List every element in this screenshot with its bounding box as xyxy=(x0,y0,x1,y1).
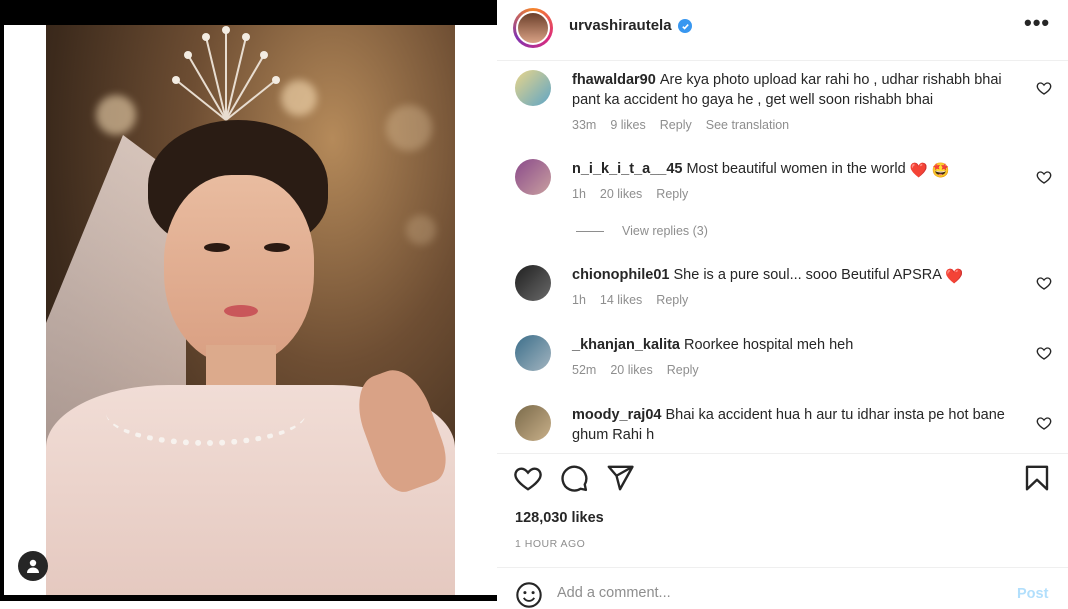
comment-likes[interactable]: 14 likes xyxy=(600,293,642,307)
save-bookmark-icon[interactable] xyxy=(1022,463,1052,493)
commenter-avatar[interactable] xyxy=(515,265,551,301)
crown-graphic xyxy=(172,26,280,121)
comment-body: Roorkee hospital meh heh xyxy=(684,337,854,353)
like-heart-icon[interactable] xyxy=(513,463,543,493)
post-header: urvashirautela ••• xyxy=(497,0,1068,61)
commenter-avatar[interactable] xyxy=(515,405,551,441)
comment-text-block: chionophile01 She is a pure soul... sooo … xyxy=(572,265,1020,287)
comment-time[interactable]: 33m xyxy=(572,118,596,132)
view-replies-label: View replies (3) xyxy=(622,224,708,238)
comment-likes[interactable]: 20 likes xyxy=(610,363,652,377)
share-send-icon[interactable] xyxy=(605,463,635,493)
reply-button[interactable]: Reply xyxy=(656,293,688,307)
comment-meta: 1h 20 likes Reply xyxy=(572,187,702,201)
likes-count[interactable]: 128,030 likes xyxy=(515,510,604,526)
comment-emoji: ❤️ 🤩 xyxy=(909,163,950,179)
tagged-user-icon[interactable] xyxy=(18,551,48,581)
emoji-smiley-icon[interactable] xyxy=(515,581,543,609)
comment-bubble-icon[interactable] xyxy=(559,463,589,493)
verified-badge-icon xyxy=(678,19,692,33)
commenter-avatar[interactable] xyxy=(515,70,551,106)
post-photo[interactable] xyxy=(46,25,455,595)
view-replies-line xyxy=(576,230,604,232)
actions-divider xyxy=(497,453,1068,454)
comment-text-block: _khanjan_kalita Roorkee hospital meh heh xyxy=(572,335,1020,355)
add-comment-input[interactable] xyxy=(557,585,977,601)
post-comment-button[interactable]: Post xyxy=(1017,586,1048,602)
comment-username[interactable]: _khanjan_kalita xyxy=(572,337,680,353)
like-comment-heart-icon[interactable] xyxy=(1036,415,1052,431)
post-details-panel: urvashirautela ••• fhawaldar90 Are kya ph… xyxy=(497,0,1068,608)
like-comment-heart-icon[interactable] xyxy=(1036,345,1052,361)
like-comment-heart-icon[interactable] xyxy=(1036,275,1052,291)
post-actions-bar xyxy=(497,463,1068,497)
comment-time[interactable]: 52m xyxy=(572,363,596,377)
comment-time[interactable]: 1h xyxy=(572,293,586,307)
reply-button[interactable]: Reply xyxy=(656,187,688,201)
comment-meta: 52m 20 likes Reply xyxy=(572,363,713,377)
post-media-pane xyxy=(0,0,497,601)
comment-time[interactable]: 1h xyxy=(572,187,586,201)
comment-text-block: fhawaldar90 Are kya photo upload kar rahi… xyxy=(572,70,1020,110)
comment-meta: 1h 14 likes Reply xyxy=(572,293,702,307)
comment-text-block: n_i_k_i_t_a__45 Most beautiful women in t… xyxy=(572,159,1020,181)
comment-emoji: ❤️ xyxy=(945,269,964,285)
comment-likes[interactable]: 9 likes xyxy=(610,118,645,132)
comment-likes[interactable]: 20 likes xyxy=(600,187,642,201)
profile-username[interactable]: urvashirautela xyxy=(569,17,672,34)
commenter-avatar[interactable] xyxy=(515,159,551,195)
more-options-icon[interactable]: ••• xyxy=(1024,10,1050,36)
post-timestamp[interactable]: 1 HOUR AGO xyxy=(515,538,585,550)
comment-box-divider xyxy=(497,567,1068,568)
profile-avatar[interactable] xyxy=(513,8,553,48)
comment-username[interactable]: chionophile01 xyxy=(572,267,670,283)
comment-meta: 33m 9 likes Reply See translation xyxy=(572,118,803,132)
like-comment-heart-icon[interactable] xyxy=(1036,169,1052,185)
comment-body: She is a pure soul... sooo Beutiful APSR… xyxy=(673,267,942,283)
see-translation-button[interactable]: See translation xyxy=(706,118,789,132)
comment-username[interactable]: moody_raj04 xyxy=(572,407,661,423)
reply-button[interactable]: Reply xyxy=(667,363,699,377)
reply-button[interactable]: Reply xyxy=(660,118,692,132)
comment-username[interactable]: fhawaldar90 xyxy=(572,72,656,88)
like-comment-heart-icon[interactable] xyxy=(1036,80,1052,96)
comment-username[interactable]: n_i_k_i_t_a__45 xyxy=(572,161,682,177)
comment-body: Most beautiful women in the world xyxy=(686,161,906,177)
view-replies-button[interactable]: View replies (3) xyxy=(576,224,708,238)
comment-text-block: moody_raj04 Bhai ka accident hua h aur tu… xyxy=(572,405,1020,445)
commenter-avatar[interactable] xyxy=(515,335,551,371)
